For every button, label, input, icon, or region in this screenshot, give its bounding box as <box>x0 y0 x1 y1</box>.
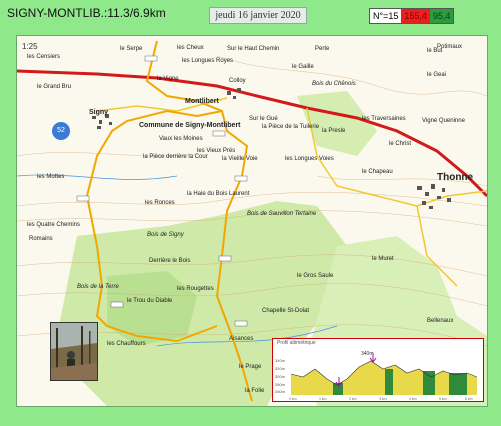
elevation-profile: Profil altimétrique 340m 340m 320m 300m … <box>272 338 484 402</box>
map-label: le Geai <box>427 72 447 78</box>
profile-x-axis: 0 km 1 km 2 km 3 km 4 km 5 km 6 km <box>289 397 473 401</box>
map-label: la Haie du Bois Laurent <box>187 191 250 197</box>
map-label: Romains <box>29 236 53 242</box>
date-field: jeudi 16 janvier 2020 <box>209 7 307 24</box>
map-label: les Quatre Chemins <box>27 222 81 228</box>
map-label: les Chauffours <box>107 341 146 347</box>
map-label: le Chapeau <box>362 169 393 175</box>
map-label: Chapelle St-Dolat <box>262 308 310 314</box>
stat-count: N°=15 <box>370 9 402 23</box>
map-label: le Gros Saule <box>297 273 334 279</box>
route-title: SIGNY-MONTLIB.:11.3/6.9km <box>7 6 166 20</box>
map-label: Bois de la Terre <box>77 284 119 290</box>
map-label: Vaux les Moines <box>159 136 203 142</box>
map-label: Signy <box>89 109 109 116</box>
map-label: la Pièce derrière la Cour <box>143 154 208 160</box>
trail-photo[interactable] <box>50 322 98 381</box>
department-badge: 52 <box>52 122 70 140</box>
map-label: le Grand Bru <box>37 84 72 90</box>
map-label: le Serpe <box>120 46 143 52</box>
map-label: Sur le Gué <box>249 116 278 122</box>
x-tick: 4 km <box>409 397 417 401</box>
x-tick: 2 km <box>349 397 357 401</box>
village-buildings <box>92 88 451 209</box>
map-label: le Muret <box>372 256 394 262</box>
map-label-town: Thonne <box>437 172 474 183</box>
map-label: la Vigne <box>157 76 179 82</box>
y-tick: 320m <box>275 366 286 371</box>
profile-marker <box>369 353 377 363</box>
stat-red: 155,4 <box>401 9 430 23</box>
map-label: Vigne Queninne <box>422 118 465 124</box>
x-tick: 5 km <box>439 397 447 401</box>
map-label: Derrière le Bois <box>149 258 191 264</box>
x-tick: 6 km <box>465 397 473 401</box>
map-label: Bois du Chênois <box>312 81 356 87</box>
map-label: les Vieux Prés <box>197 148 236 154</box>
profile-chart: 340m 320m 300m 280m 260m 0 km 1 km 2 km … <box>275 353 478 401</box>
map-label: Commune de Signy-Montlibert <box>139 122 241 129</box>
x-tick: 0 km <box>289 397 297 401</box>
map-label: le But <box>427 48 443 54</box>
stats-bar: N°=15 155,4 95,4 <box>369 8 455 24</box>
map-label: Bois de Sauvillon Tertaine <box>247 211 317 217</box>
topographic-map[interactable]: 1:25 52 le Serpe les Cheux les Longues R… <box>16 35 488 407</box>
stat-green: 95,4 <box>429 9 454 23</box>
map-label: le Gaille <box>292 64 314 70</box>
map-label: le Trou du Diable <box>127 298 173 304</box>
x-tick: 1 km <box>319 397 327 401</box>
map-label: les Ronces <box>145 200 175 206</box>
photo-image <box>51 323 97 380</box>
y-tick: 340m <box>275 358 286 363</box>
map-label: les Longues Royes <box>182 58 234 64</box>
map-label: la Folie <box>245 388 265 394</box>
map-label: la Presle <box>322 128 346 134</box>
map-label: Aisances <box>229 336 254 342</box>
x-tick: 3 km <box>379 397 387 401</box>
map-label: Montlibert <box>185 98 219 105</box>
map-label: Sur le Haut Chemin <box>227 46 280 52</box>
map-label: Bois de Signy <box>147 232 184 238</box>
y-tick: 260m <box>275 389 286 394</box>
y-tick: 280m <box>275 382 286 387</box>
map-label: Bellenaux <box>427 318 454 324</box>
map-label: les Cheux <box>177 45 204 51</box>
profile-y-axis: 340m 320m 300m 280m 260m <box>275 358 286 394</box>
y-tick: 300m <box>275 374 286 379</box>
map-label: le Christ <box>389 141 412 147</box>
map-label: le Prage <box>239 364 262 370</box>
map-label: les Longues Voies <box>285 156 334 162</box>
scale-indicator: 1:25 <box>22 42 38 51</box>
map-label: Perte <box>315 46 330 52</box>
map-label: les Rougettes <box>177 286 214 292</box>
map-label: les Censiers <box>27 54 61 60</box>
map-label: la Vieille Voie <box>222 156 258 162</box>
map-label: les Traversaines <box>362 116 406 122</box>
map-label: la Pièce de la Tuilerie <box>262 124 320 130</box>
map-label: Colloy <box>229 78 246 84</box>
map-label: les Mottes <box>37 174 65 180</box>
